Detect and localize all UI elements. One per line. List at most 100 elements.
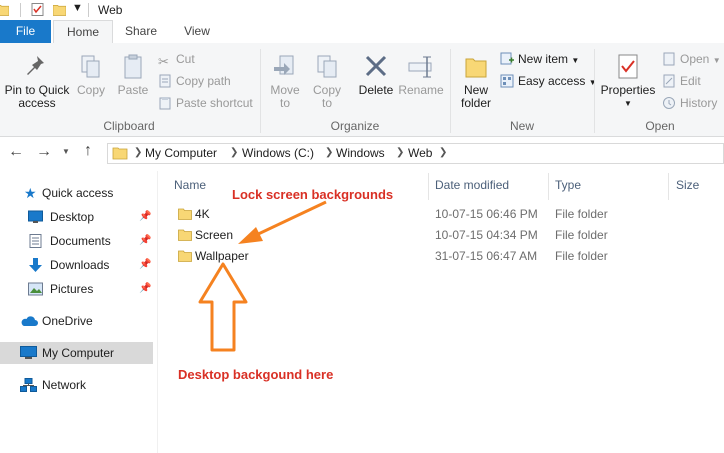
- folder-icon: [178, 208, 192, 220]
- new-folder-icon: [465, 58, 487, 78]
- nav-item-my-computer[interactable]: My Computer: [0, 342, 153, 364]
- move-to-icon: [274, 55, 294, 75]
- forward-arrow-icon[interactable]: →: [36, 143, 52, 161]
- column-divider[interactable]: [548, 173, 549, 200]
- star-icon: ★: [24, 185, 37, 201]
- rename-button[interactable]: Rename: [398, 53, 444, 97]
- file-name: Screen: [195, 228, 234, 242]
- clipboard-icon: [124, 54, 142, 79]
- folder-icon: [178, 250, 192, 262]
- easy-access-button[interactable]: Easy access ▼: [500, 73, 597, 89]
- column-divider[interactable]: [668, 173, 669, 200]
- desktop-icon: [28, 210, 43, 223]
- breadcrumb-windows-c[interactable]: Windows (C:): [242, 146, 314, 160]
- delete-button[interactable]: Delete: [356, 53, 396, 97]
- nav-item-quick-access[interactable]: ★ Quick access: [0, 182, 153, 204]
- nav-label: Desktop: [50, 210, 95, 224]
- open-button[interactable]: Open ▼: [662, 51, 721, 67]
- nav-item-downloads[interactable]: Downloads 📌: [0, 254, 153, 276]
- nav-item-documents[interactable]: Documents 📌: [0, 230, 153, 252]
- easy-access-icon: [500, 74, 514, 88]
- new-folder-button[interactable]: New folder: [456, 53, 496, 110]
- column-header-date-modified[interactable]: Date modified: [435, 178, 509, 192]
- copy-path-button[interactable]: Copy path: [158, 73, 231, 89]
- back-arrow-icon[interactable]: ←: [8, 143, 24, 161]
- group-divider: [594, 49, 595, 133]
- copy-to-button[interactable]: Copy to: [308, 53, 346, 110]
- paste-button[interactable]: Paste: [114, 53, 152, 97]
- breadcrumb-separator-icon[interactable]: ❯: [134, 147, 142, 158]
- navigation-bar: ← → ▼ ↑ ❯ My Computer ❯ Windows (C:) ❯ W…: [0, 137, 724, 171]
- copy-to-icon: [317, 55, 337, 78]
- nav-label: Quick access: [42, 186, 114, 200]
- nav-item-desktop[interactable]: Desktop 📌: [0, 206, 153, 228]
- tab-share[interactable]: Share: [116, 20, 166, 43]
- window-title: Web: [98, 3, 123, 17]
- copy-label: Copy: [76, 83, 105, 97]
- breadcrumb-separator-icon[interactable]: ❯: [396, 147, 404, 158]
- pin-to-quick-access-button[interactable]: Pin to Quick access: [2, 53, 72, 110]
- pin-icon[interactable]: 📌: [139, 283, 151, 294]
- folder-icon: [178, 229, 192, 241]
- breadcrumb-my-computer[interactable]: My Computer: [145, 146, 217, 160]
- cut-button[interactable]: ✂ Cut: [158, 51, 195, 69]
- customize-toolbar-icon[interactable]: ▼: [72, 2, 83, 14]
- copy-to-label-line2: to: [321, 96, 332, 110]
- nav-item-onedrive[interactable]: OneDrive: [0, 310, 153, 332]
- tab-view[interactable]: View: [172, 20, 222, 43]
- pin-icon[interactable]: 📌: [139, 211, 151, 222]
- tab-file[interactable]: File: [0, 20, 51, 43]
- move-to-label-line2: to: [279, 96, 290, 110]
- breadcrumb-windows[interactable]: Windows: [336, 146, 385, 160]
- recent-locations-chevron-icon[interactable]: ▼: [62, 147, 70, 156]
- dropdown-arrow-icon: ▼: [712, 56, 721, 65]
- history-button[interactable]: History: [662, 95, 717, 111]
- breadcrumb-web[interactable]: Web: [408, 146, 432, 160]
- pin-icon[interactable]: 📌: [139, 259, 151, 270]
- file-name: Wallpaper: [195, 249, 249, 263]
- new-folder-label-line2: folder: [460, 96, 492, 110]
- title-bar: ▼ Web: [0, 0, 724, 21]
- move-to-button[interactable]: Move to: [266, 53, 304, 110]
- navigation-pane: ★ Quick access Desktop 📌 Documents 📌 Dow…: [0, 171, 158, 453]
- new-item-icon: [500, 52, 514, 65]
- column-divider[interactable]: [428, 173, 429, 200]
- new-group-label: New: [509, 119, 534, 133]
- paste-shortcut-label: Paste shortcut: [176, 96, 253, 110]
- up-arrow-icon[interactable]: ↑: [84, 142, 92, 160]
- new-folder-icon[interactable]: [53, 3, 66, 16]
- pin-icon[interactable]: 📌: [139, 235, 151, 246]
- properties-icon[interactable]: [31, 3, 44, 16]
- breadcrumb-separator-icon[interactable]: ❯: [325, 147, 333, 158]
- rename-label: Rename: [398, 83, 444, 97]
- nav-label: Network: [42, 378, 87, 392]
- breadcrumb-separator-icon[interactable]: ❯: [439, 147, 447, 158]
- address-bar[interactable]: ❯ My Computer ❯ Windows (C:) ❯ Windows ❯…: [107, 143, 724, 164]
- rename-icon: [408, 56, 432, 78]
- download-arrow-icon: [29, 258, 42, 272]
- breadcrumb-separator-icon[interactable]: ❯: [230, 147, 238, 158]
- properties-icon: [618, 54, 638, 79]
- edit-button[interactable]: Edit: [662, 73, 701, 89]
- file-type: File folder: [555, 207, 608, 221]
- properties-label: Properties: [600, 83, 656, 97]
- tab-home[interactable]: Home: [53, 20, 113, 44]
- open-icon: [663, 52, 675, 66]
- nav-item-pictures[interactable]: Pictures 📌: [0, 278, 153, 300]
- paste-shortcut-button[interactable]: Paste shortcut: [158, 95, 253, 111]
- nav-item-network[interactable]: Network: [0, 374, 153, 396]
- copy-path-icon: [159, 74, 171, 88]
- properties-button[interactable]: Properties ▼: [598, 53, 658, 110]
- file-date: 10-07-15 04:34 PM: [435, 228, 538, 242]
- column-header-size[interactable]: Size: [676, 178, 699, 192]
- column-header-name[interactable]: Name: [174, 178, 206, 192]
- folder-icon: [0, 4, 9, 16]
- new-item-button[interactable]: New item ▼: [500, 51, 579, 67]
- folder-icon: [112, 147, 128, 160]
- nav-label: My Computer: [42, 346, 115, 360]
- open-label: Open: [680, 52, 710, 66]
- column-header-type[interactable]: Type: [555, 178, 581, 192]
- annotation-up-arrow-icon: [198, 262, 248, 352]
- edit-label: Edit: [680, 74, 701, 88]
- copy-button[interactable]: Copy: [74, 53, 108, 97]
